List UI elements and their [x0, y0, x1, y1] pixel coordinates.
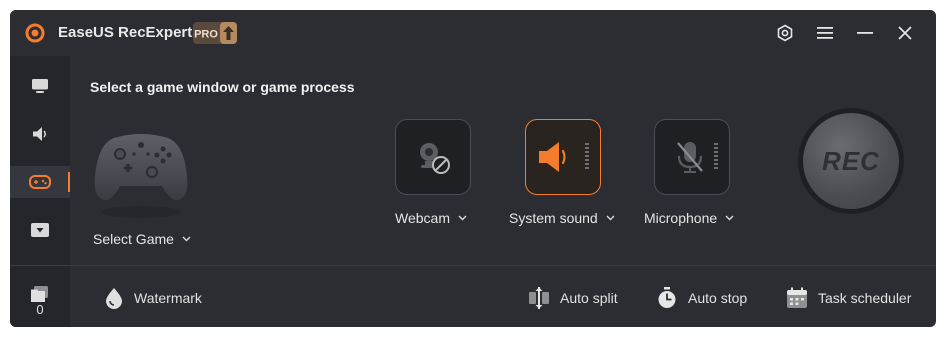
sidebar-item-screen[interactable]	[10, 70, 70, 102]
microphone-toggle[interactable]	[654, 119, 730, 195]
webcam-toggle[interactable]	[395, 119, 471, 195]
pro-badge[interactable]: PRO	[193, 22, 237, 44]
auto-split-label: Auto split	[560, 290, 618, 306]
microphone-label: Microphone	[644, 210, 718, 226]
microphone-dropdown[interactable]: Microphone	[644, 210, 734, 226]
dropdown-icon	[31, 223, 49, 237]
microphone-muted-icon	[664, 137, 720, 177]
select-game-label: Select Game	[93, 231, 174, 247]
webcam-dropdown[interactable]: Webcam	[395, 210, 467, 226]
speaker-icon	[31, 125, 49, 143]
auto-split-icon	[528, 287, 550, 309]
sidebar-item-more[interactable]	[10, 214, 70, 246]
timer-icon	[656, 287, 678, 309]
menu-button[interactable]	[812, 21, 838, 45]
settings-button[interactable]	[772, 21, 798, 45]
select-game-dropdown[interactable]: Select Game	[93, 231, 191, 247]
task-scheduler-label: Task scheduler	[818, 290, 912, 306]
webcam-label: Webcam	[395, 210, 450, 226]
pro-badge-label: PRO	[194, 29, 218, 41]
gamepad-icon	[29, 175, 51, 189]
bottom-divider	[70, 265, 936, 266]
rec-button[interactable]: REC	[803, 113, 899, 209]
minimize-button[interactable]	[852, 21, 878, 45]
chevron-down-icon	[725, 215, 734, 221]
app-logo-icon	[25, 23, 45, 43]
sidebar-item-game[interactable]	[10, 166, 70, 198]
sidebar-divider	[10, 265, 70, 266]
system-sound-icon	[535, 137, 591, 177]
app-title: EaseUS RecExperts	[58, 24, 201, 41]
watermark-icon	[104, 287, 124, 309]
auto-stop-label: Auto stop	[688, 290, 748, 306]
system-sound-label: System sound	[509, 210, 598, 226]
chevron-down-icon	[606, 215, 615, 221]
auto-stop-button[interactable]: Auto stop	[656, 286, 747, 310]
title-bar: EaseUS RecExperts PRO	[10, 10, 936, 56]
settings-icon	[776, 24, 794, 42]
task-scheduler-button[interactable]: Task scheduler	[786, 286, 911, 310]
watermark-label: Watermark	[134, 290, 202, 306]
close-icon	[898, 26, 912, 40]
monitor-icon	[31, 78, 49, 94]
active-indicator	[68, 172, 70, 192]
game-controller-image[interactable]	[92, 128, 190, 228]
page-title: Select a game window or game process	[90, 79, 355, 95]
system-sound-toggle[interactable]	[525, 119, 601, 195]
close-button[interactable]	[892, 21, 918, 45]
watermark-button[interactable]: Watermark	[104, 286, 202, 310]
webcam-disabled-icon	[413, 137, 453, 177]
folder-icon	[30, 285, 50, 303]
sidebar	[10, 56, 70, 327]
recordings-count: 0	[36, 302, 44, 317]
system-sound-dropdown[interactable]: System sound	[509, 210, 615, 226]
sidebar-item-audio[interactable]	[10, 118, 70, 150]
app-window: EaseUS RecExperts PRO 0 Select a game wi…	[10, 10, 936, 327]
minimize-icon	[857, 31, 873, 35]
chevron-down-icon	[182, 236, 191, 242]
rec-label: REC	[822, 145, 880, 176]
calendar-icon	[786, 287, 808, 309]
auto-split-button[interactable]: Auto split	[528, 286, 618, 310]
chevron-down-icon	[458, 215, 467, 221]
menu-icon	[816, 26, 834, 40]
